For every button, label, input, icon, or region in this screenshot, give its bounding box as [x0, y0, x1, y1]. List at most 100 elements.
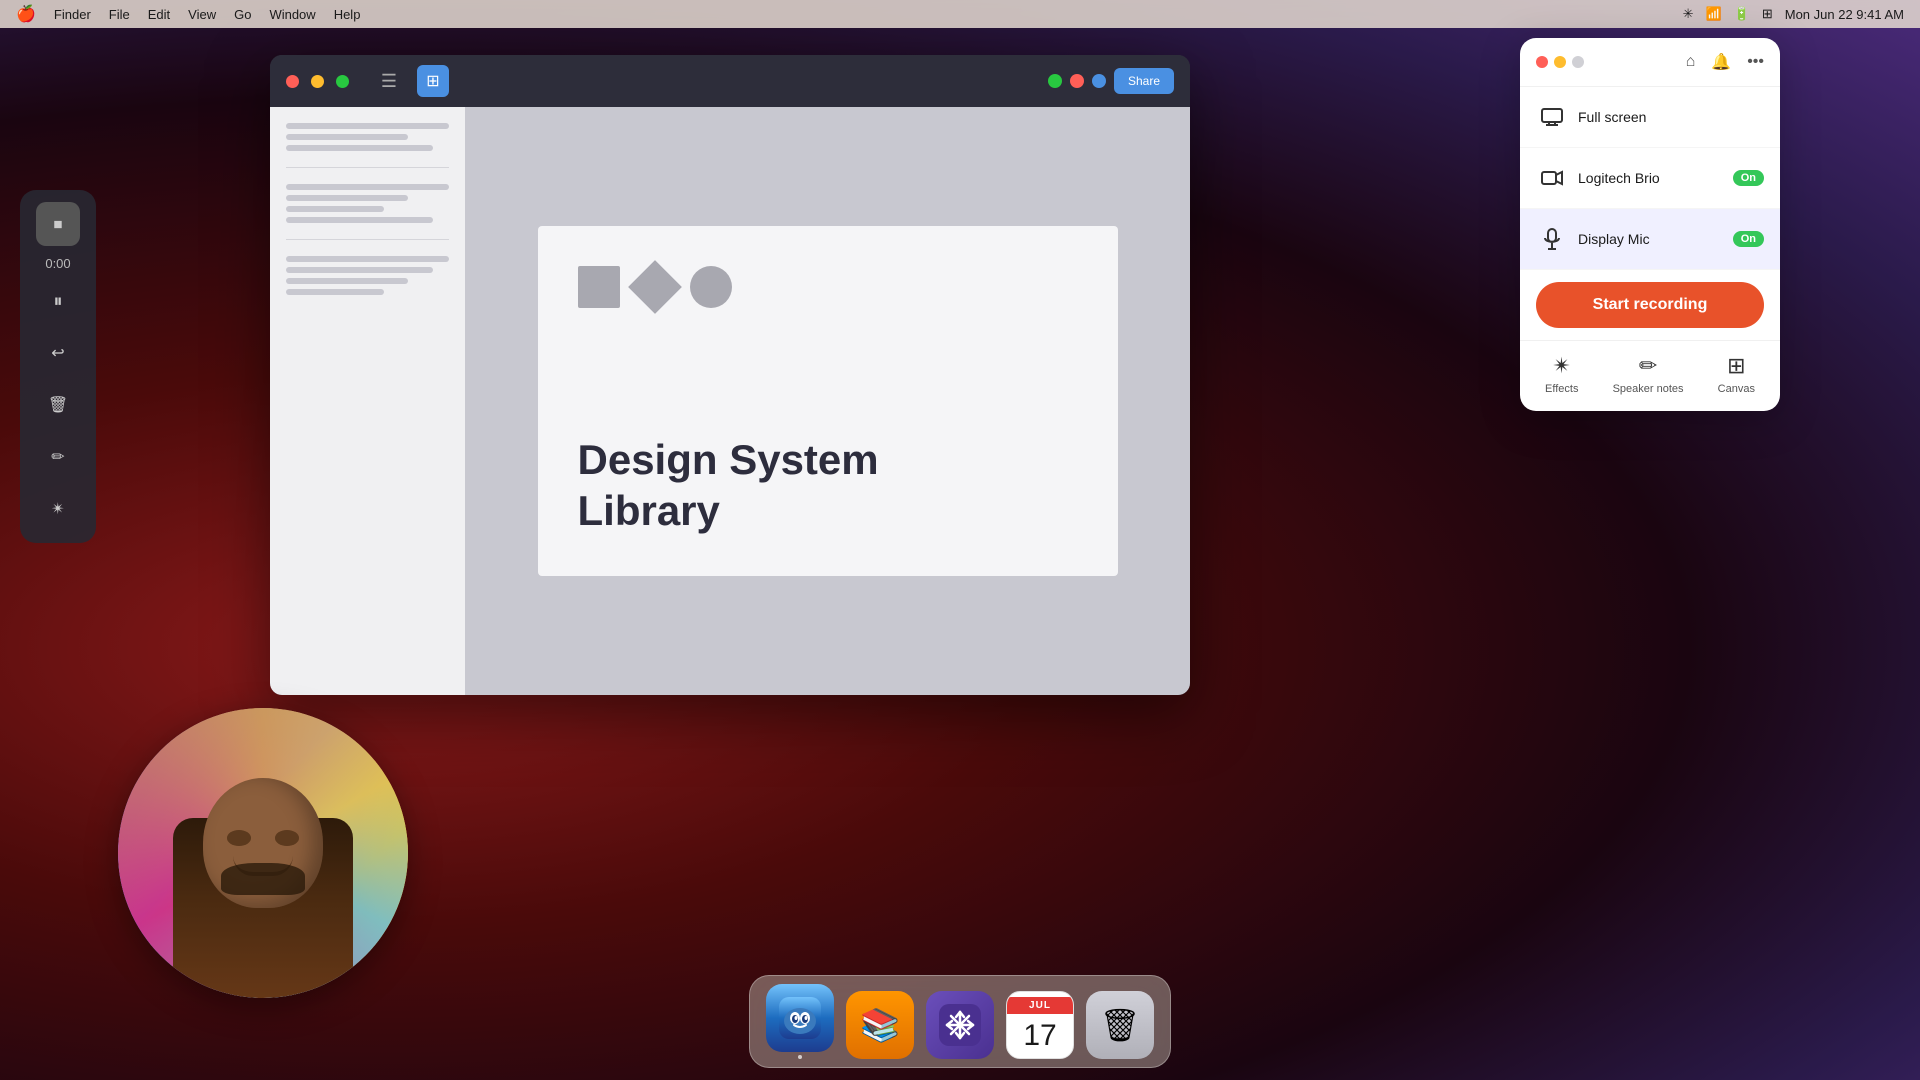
slide-line [286, 195, 408, 201]
slide-line [286, 123, 449, 129]
camera-bubble [118, 708, 408, 998]
menubar-view[interactable]: View [188, 7, 216, 22]
dock-item-calendar[interactable]: JUL 17 [1006, 991, 1074, 1059]
canvas-label: Canvas [1718, 383, 1755, 395]
pause-button[interactable]: ⏸ [36, 279, 80, 323]
slide-line [286, 256, 449, 262]
effects-button[interactable]: ✴ Effects [1545, 353, 1578, 395]
menubar-go[interactable]: Go [234, 7, 251, 22]
effects-icon: ✴ [1553, 353, 1571, 379]
person-head [203, 778, 323, 908]
window-close-button[interactable] [286, 75, 299, 88]
menubar-sun-icon: ✳ [1683, 6, 1694, 22]
calendar-date: 17 [1023, 1018, 1056, 1054]
menubar-battery-icon: 🔋 [1734, 6, 1750, 22]
dock-item-perplexity[interactable] [926, 991, 994, 1059]
panel-traffic-lights [1536, 56, 1584, 68]
slide-title: Design System Library [578, 435, 1078, 536]
timer-display: 0:00 [45, 256, 70, 271]
speaker-notes-icon: ✏ [1639, 353, 1657, 379]
pencil-button[interactable]: ✏ [36, 435, 80, 479]
slide-line [286, 267, 433, 273]
calendar-month: JUL [1007, 997, 1073, 1014]
menubar-edit[interactable]: Edit [148, 7, 170, 22]
delete-button[interactable]: 🗑 [36, 383, 80, 427]
shape-square [578, 266, 620, 308]
slide-lines-group-2 [286, 184, 449, 223]
grid-view-button[interactable]: ⊞ [417, 65, 449, 97]
person-face [118, 708, 408, 998]
full-screen-row[interactable]: Full screen [1520, 87, 1780, 148]
window-content: Design System Library [270, 107, 1190, 695]
display-mic-label: Display Mic [1578, 231, 1733, 247]
slide-lines-group-3 [286, 256, 449, 295]
window-fullscreen-button[interactable] [336, 75, 349, 88]
menubar-left: 🍎 Finder File Edit View Go Window Help [16, 4, 360, 24]
effects-label: Effects [1545, 383, 1578, 395]
finder-icon [766, 984, 834, 1052]
dock-item-books[interactable]: 📚 [846, 991, 914, 1059]
dock-item-trash[interactable]: 🗑 [1086, 991, 1154, 1059]
home-icon[interactable]: ⌂ [1686, 53, 1696, 71]
menubar-file[interactable]: File [109, 7, 130, 22]
dock-item-finder[interactable] [766, 984, 834, 1059]
menubar-right: ✳ 📶 🔋 ⊞ Mon Jun 22 9:41 AM [1683, 6, 1904, 22]
panel-footer: ✴ Effects ✏ Speaker notes ⊞ Canvas [1520, 340, 1780, 411]
dock: 📚 [749, 975, 1171, 1068]
panel-fullscreen-button[interactable] [1572, 56, 1584, 68]
menubar-datetime: Mon Jun 22 9:41 AM [1785, 7, 1904, 22]
dock-dot [798, 1055, 802, 1059]
logitech-label: Logitech Brio [1578, 170, 1733, 186]
speaker-notes-button[interactable]: ✏ Speaker notes [1613, 353, 1684, 395]
menubar-help[interactable]: Help [334, 7, 361, 22]
canvas-icon: ⊞ [1727, 353, 1745, 379]
window-titlebar: ☰ ⊞ Share [270, 55, 1190, 107]
panel-header: ⌂ 🔔 ••• [1520, 38, 1780, 87]
toolbar-dot-green [1048, 74, 1062, 88]
menubar-control-center-icon[interactable]: ⊞ [1762, 6, 1773, 22]
menubar-window[interactable]: Window [269, 7, 315, 22]
sparkle-button[interactable]: ✴ [36, 487, 80, 531]
shape-circle [690, 266, 732, 308]
logitech-row[interactable]: Logitech Brio On [1520, 148, 1780, 209]
slide-line [286, 206, 384, 212]
slide-separator [286, 167, 449, 168]
camera-bubble-inner [118, 708, 408, 998]
panel-close-button[interactable] [1536, 56, 1548, 68]
calendar-icon: JUL 17 [1006, 991, 1074, 1059]
slide-line [286, 278, 408, 284]
menubar-wifi-icon[interactable]: 📶 [1705, 6, 1721, 22]
toolbar-dot-red [1070, 74, 1084, 88]
books-icon: 📚 [846, 991, 914, 1059]
logitech-badge: On [1733, 170, 1764, 186]
undo-button[interactable]: ↩ [36, 331, 80, 375]
slide-line [286, 184, 449, 190]
recording-panel: ⌂ 🔔 ••• Full screen Logitech Brio On [1520, 38, 1780, 411]
slide-line [286, 134, 408, 140]
window-minimize-button[interactable] [311, 75, 324, 88]
canvas-button[interactable]: ⊞ Canvas [1718, 353, 1755, 395]
presentation-window: ☰ ⊞ Share [270, 55, 1190, 695]
trash-icon: 🗑 [1086, 991, 1154, 1059]
toolbar-dot-blue [1092, 74, 1106, 88]
main-slide-area[interactable]: Design System Library [465, 107, 1190, 695]
slide-line [286, 289, 384, 295]
display-mic-badge: On [1733, 231, 1764, 247]
slide-line [286, 145, 433, 151]
perplexity-icon [926, 991, 994, 1059]
display-mic-row[interactable]: Display Mic On [1520, 209, 1780, 270]
full-screen-label: Full screen [1578, 109, 1764, 125]
more-options-icon[interactable]: ••• [1747, 53, 1764, 71]
sidebar-toggle-button[interactable]: ☰ [373, 65, 405, 97]
start-recording-button[interactable]: Start recording [1536, 282, 1764, 328]
slide-thumbnail-panel[interactable] [270, 107, 465, 695]
menubar-finder[interactable]: Finder [54, 7, 91, 22]
sidebar-tools: ⏹ 0:00 ⏸ ↩ 🗑 ✏ ✴ [20, 190, 96, 543]
panel-minimize-button[interactable] [1554, 56, 1566, 68]
share-button[interactable]: Share [1114, 68, 1174, 94]
menubar: 🍎 Finder File Edit View Go Window Help ✳… [0, 0, 1920, 28]
apple-menu[interactable]: 🍎 [16, 4, 36, 24]
bell-icon[interactable]: 🔔 [1711, 52, 1731, 72]
slide-separator [286, 239, 449, 240]
stop-recording-button[interactable]: ⏹ [36, 202, 80, 246]
